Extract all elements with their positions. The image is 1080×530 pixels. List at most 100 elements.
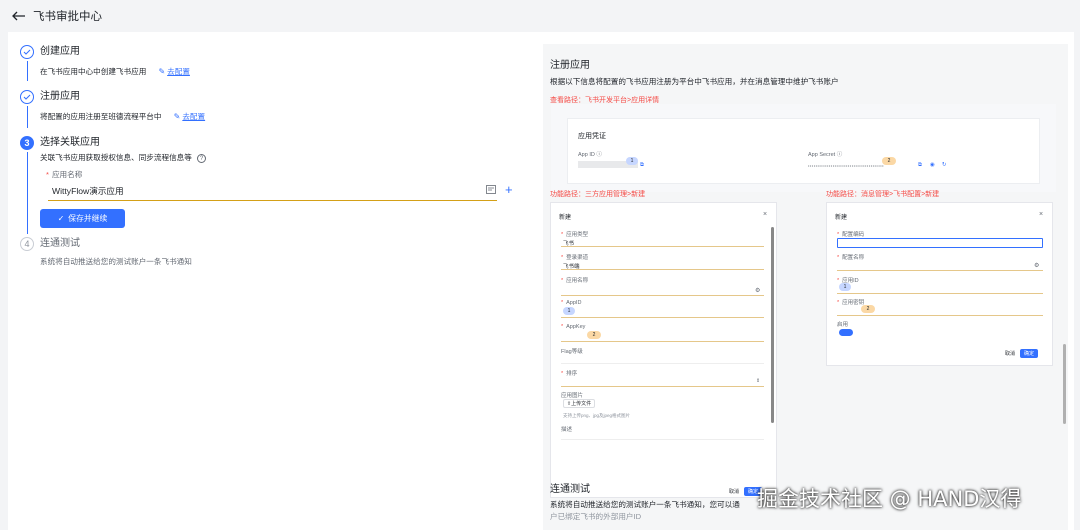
- dialog-title: 新建: [559, 215, 572, 221]
- required-icon: *: [837, 255, 840, 261]
- step-title: 选择关联应用: [40, 137, 100, 148]
- app-id-label-text: App ID: [578, 152, 595, 158]
- field-label: * 排序: [561, 369, 577, 377]
- step-connector: [26, 61, 28, 81]
- ok-button[interactable]: 确定: [1020, 349, 1038, 358]
- back-arrow-icon[interactable]: [10, 7, 28, 25]
- field-underline: [561, 317, 764, 318]
- step-desc-text: 在飞书应用中心中创建飞书应用: [40, 67, 147, 76]
- field-label: * AppKey: [561, 324, 585, 330]
- view-icon[interactable]: ◉: [930, 162, 935, 168]
- field-label: * AppID: [561, 300, 581, 306]
- step-connector: [26, 106, 28, 128]
- field-underline: [561, 439, 764, 440]
- desc-label: 描述: [561, 427, 573, 433]
- path-left: 功能路径：三方应用管理>新建: [550, 191, 646, 198]
- app-id-badge: 1: [626, 157, 638, 165]
- credentials-title: 应用凭证: [578, 133, 606, 140]
- logo-label: 应用图片: [561, 393, 584, 399]
- secret-mask: ••••••••••••••••••••••••••••••••••••••••: [808, 163, 885, 168]
- top-bar: 飞书审批中心: [0, 0, 1080, 32]
- check-icon: [20, 45, 34, 59]
- dialog-right: 新建 × * 配置编码 * 配置名称 ⚙ * 应用ID 1 * 应用密钥 2 启用 取消…: [826, 202, 1053, 366]
- cancel-button[interactable]: 取消: [1003, 349, 1017, 358]
- copy-icon[interactable]: ⧉: [918, 162, 922, 169]
- step-desc: 将配置的应用注册至班德流程平台中 ✎ 去配置: [40, 111, 205, 123]
- field-underline: [561, 386, 764, 387]
- field-underline: [837, 293, 1043, 294]
- close-icon[interactable]: ×: [763, 211, 767, 218]
- app-name-select[interactable]: WittyFlow演示应用: [48, 181, 497, 201]
- edit-icon: ✎: [173, 112, 181, 121]
- app-name-value: WittyFlow演示应用: [52, 185, 124, 196]
- app-id-badge: 1: [839, 283, 851, 291]
- save-continue-label: 保存并继续: [68, 214, 108, 223]
- list-icon[interactable]: [486, 185, 496, 196]
- step-desc-text: 将配置的应用注册至班德流程平台中: [40, 112, 162, 121]
- step-title: 注册应用: [40, 91, 80, 102]
- field-label-text: 应用名称: [566, 278, 589, 284]
- main-panel: 创建应用 在飞书应用中心中创建飞书应用 ✎ 去配置 注册应用 将配置的应用注册至班…: [8, 32, 1074, 530]
- configure-link-label: 去配置: [182, 112, 206, 121]
- dialog-title: 新建: [835, 215, 848, 221]
- required-icon: *: [837, 278, 840, 284]
- dialog-scrollbar[interactable]: [771, 227, 774, 423]
- field-label-text: 应用密钥: [842, 300, 865, 306]
- app-id-label: App ID ⓘ: [578, 150, 602, 158]
- required-icon: *: [561, 278, 564, 284]
- app-id-badge: 1: [563, 307, 575, 315]
- step-connector: [26, 152, 28, 234]
- field-label-text: 排序: [566, 371, 578, 377]
- path-right: 功能路径：消息管理>飞书配置>新建: [826, 191, 940, 198]
- watermark: 掘金技术社区 @ HAND汉得: [757, 487, 1022, 511]
- code-input[interactable]: [837, 238, 1043, 248]
- field-underline: [561, 246, 764, 247]
- help-icon: ⓘ: [836, 152, 843, 158]
- enable-toggle[interactable]: [839, 329, 853, 336]
- field-label: * 登录渠道: [561, 253, 588, 261]
- field-label-text: AppKey: [566, 324, 586, 330]
- page-title: 飞书审批中心: [33, 11, 102, 23]
- app-name-label: * 应用名称: [46, 169, 82, 180]
- secret-badge: 2: [882, 157, 896, 165]
- field-underline: [561, 269, 764, 270]
- stepper-icon[interactable]: ⇕: [756, 378, 760, 384]
- configure-link[interactable]: ✎ 去配置: [174, 112, 205, 121]
- test-desc: 系统将自动推送给您的测试账户一条飞书通知，您可以通: [550, 500, 740, 509]
- required-icon: *: [561, 300, 564, 306]
- step-title: 连通测试: [40, 238, 80, 249]
- field-label: 启用: [837, 322, 849, 328]
- settings-icon[interactable]: ⚙: [1034, 262, 1039, 269]
- field-label: * 应用名称: [561, 276, 588, 284]
- credentials-card: 应用凭证 App ID ⓘ 1 ⧉ App Secret ⓘ •••••••••…: [567, 118, 1040, 184]
- field-label-text: 配置名称: [842, 255, 865, 261]
- configure-link[interactable]: ✎ 去配置: [158, 67, 189, 76]
- settings-icon[interactable]: ⚙: [755, 287, 760, 294]
- register-desc: 根据以下信息将配置的飞书应用注册为平台中飞书应用，并在消息管理中维护飞书账户: [550, 77, 839, 86]
- configure-link-label: 去配置: [167, 67, 190, 76]
- copy-icon[interactable]: ⧉: [640, 162, 644, 169]
- panel-scrollbar[interactable]: [1063, 344, 1066, 424]
- dialog-left: 新建 × * 应用类型 飞书 * 登录渠道 飞书端 * 应用名称 ⚙ * AppID 1…: [550, 202, 777, 498]
- required-icon: *: [561, 371, 564, 377]
- close-icon[interactable]: ×: [1039, 211, 1043, 218]
- field-label: Flag等级: [561, 349, 583, 355]
- test-title: 连通测试: [550, 484, 590, 495]
- save-continue-button[interactable]: ✓ 保存并继续: [40, 209, 125, 228]
- guide-panel: 注册应用 根据以下信息将配置的飞书应用注册为平台中飞书应用，并在消息管理中维护飞…: [543, 44, 1068, 530]
- secret-label: App Secret ⓘ: [808, 150, 842, 158]
- app-key-badge: 2: [587, 331, 601, 339]
- add-icon[interactable]: +: [505, 182, 513, 197]
- upload-button[interactable]: ⇪ 上传文件: [563, 399, 595, 408]
- upload-label: 上传文件: [571, 401, 592, 407]
- refresh-icon[interactable]: ↻: [942, 162, 947, 168]
- step-desc: 系统将自动推送给您的测试账户一条飞书通知: [40, 257, 192, 266]
- required-icon: *: [561, 232, 564, 238]
- cancel-button[interactable]: 取消: [727, 487, 741, 496]
- register-title: 注册应用: [550, 60, 590, 71]
- field-underline: [561, 341, 764, 342]
- step-desc: 关联飞书应用获取授权信息、同步流程信息等 ?: [40, 152, 206, 164]
- field-underline: [837, 270, 1043, 271]
- help-icon[interactable]: ?: [197, 154, 206, 163]
- edit-icon: ✎: [158, 67, 166, 76]
